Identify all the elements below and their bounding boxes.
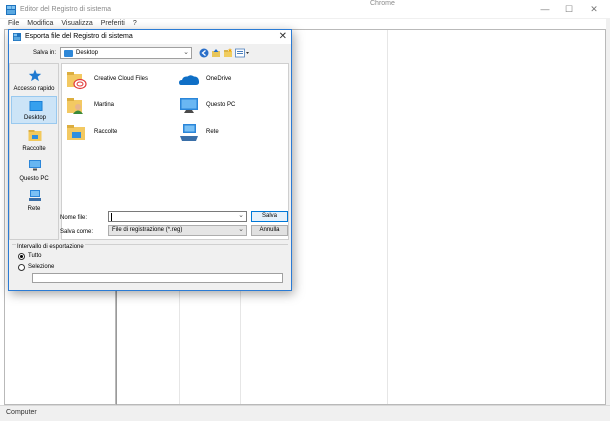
radio-unchecked-icon [18,264,25,271]
status-path: Computer [6,409,37,416]
save-as-type-dropdown[interactable]: File di registrazione (*.reg) ⌄ [108,225,247,236]
radio-selection-label: Selezione [28,264,55,270]
save-in-label: Salva in: [33,50,57,56]
file-item-network[interactable]: Rete [178,121,288,145]
background-window-title: Chrome [370,0,395,7]
title-bar: Editor del Registro di sistema Chrome — … [0,0,610,19]
file-item-label: Raccolte [94,129,118,135]
minimize-button[interactable]: — [533,2,557,16]
file-item-label: OneDrive [206,76,232,82]
window-title: Editor del Registro di sistema [20,6,112,13]
file-name-input[interactable]: ⌄ [108,211,247,222]
text-caret [111,213,112,221]
save-in-dropdown[interactable]: Desktop ⌄ [60,47,192,59]
user-folder-icon [67,98,83,114]
view-menu-icon[interactable] [235,48,251,58]
file-item-label: Creative Cloud Files [94,76,149,82]
file-name-label: Nome file: [60,215,88,221]
computer-icon [180,98,198,113]
onedrive-icon [179,75,200,85]
radio-selection[interactable]: Selezione [18,264,88,272]
back-icon[interactable] [199,48,209,58]
place-desktop[interactable]: Desktop [11,96,57,124]
place-label: Questo PC [19,176,49,182]
desktop-icon [29,101,43,111]
dialog-title: Esporta file del Registro di sistema [25,33,133,40]
file-item-onedrive[interactable]: OneDrive [178,68,288,92]
menu-bar: File Modifica Visualizza Preferiti ? [0,19,610,29]
place-quick-access[interactable]: Accesso rapido [11,66,57,94]
file-item-martina[interactable]: Martina [66,94,176,118]
chevron-down-icon[interactable]: ⌄ [238,211,244,219]
new-folder-icon[interactable] [223,48,233,58]
places-bar: Accesso rapido Desktop Raccolte Questo P… [9,63,59,240]
desktop-folder-icon [64,50,73,57]
window-edge [606,19,610,405]
cancel-button[interactable]: Annulla [251,225,288,236]
export-range-group: Intervallo di esportazione Tutto Selezio… [12,244,288,286]
place-this-pc[interactable]: Questo PC [11,156,57,184]
place-label: Desktop [23,115,46,121]
up-folder-icon[interactable] [211,48,221,58]
file-item-creative-cloud[interactable]: Creative Cloud Files [66,68,176,92]
selected-branch-input[interactable] [32,273,283,283]
menu-file[interactable]: File [8,19,19,29]
place-libraries[interactable]: Raccolte [11,126,57,154]
column-divider[interactable] [387,30,388,404]
export-dialog: Esporta file del Registro di sistema ✕ S… [8,29,292,291]
computer-icon [29,160,41,171]
radio-checked-icon [18,253,25,260]
maximize-icon: ☐ [564,3,574,14]
place-label: Rete [27,206,41,212]
export-range-legend: Intervallo di esportazione [16,244,85,250]
file-item-label: Questo PC [206,102,236,108]
status-bar: Computer [0,405,610,421]
place-label: Accesso rapido [13,86,55,92]
save-in-value: Desktop [76,50,99,56]
libraries-icon [28,130,42,141]
menu-help[interactable]: ? [133,19,137,29]
dialog-title-bar: Esporta file del Registro di sistema ✕ [9,30,291,44]
creative-cloud-folder-icon [67,72,87,90]
file-item-libraries[interactable]: Raccolte [66,121,176,145]
close-icon: ✕ [590,3,598,14]
chevron-down-icon: ⌄ [238,226,244,233]
save-as-type-value: File di registrazione (*.reg) [112,227,183,233]
save-as-type-label: Salva come: [60,229,94,235]
radio-all[interactable]: Tutto [18,253,88,261]
network-icon [29,190,41,201]
maximize-button[interactable]: ☐ [557,2,581,16]
menu-modifica[interactable]: Modifica [27,19,53,29]
place-network[interactable]: Rete [11,186,57,214]
libraries-icon [67,125,85,140]
registry-editor-icon [13,33,21,41]
network-icon [180,124,198,141]
place-label: Raccolte [22,146,46,152]
menu-visualizza[interactable]: Visualizza [61,19,92,29]
file-item-this-pc[interactable]: Questo PC [178,94,288,118]
save-button[interactable]: Salva [251,211,288,222]
file-item-label: Rete [206,129,219,135]
menu-preferiti[interactable]: Preferiti [101,19,125,29]
file-item-label: Martina [94,102,115,108]
star-icon [28,69,42,82]
radio-all-label: Tutto [28,253,42,259]
registry-editor-icon [6,5,16,15]
dialog-close-button[interactable]: ✕ [279,31,287,43]
minimize-icon: — [540,4,550,14]
chevron-down-icon: ⌄ [183,49,189,56]
close-button[interactable]: ✕ [582,2,606,16]
